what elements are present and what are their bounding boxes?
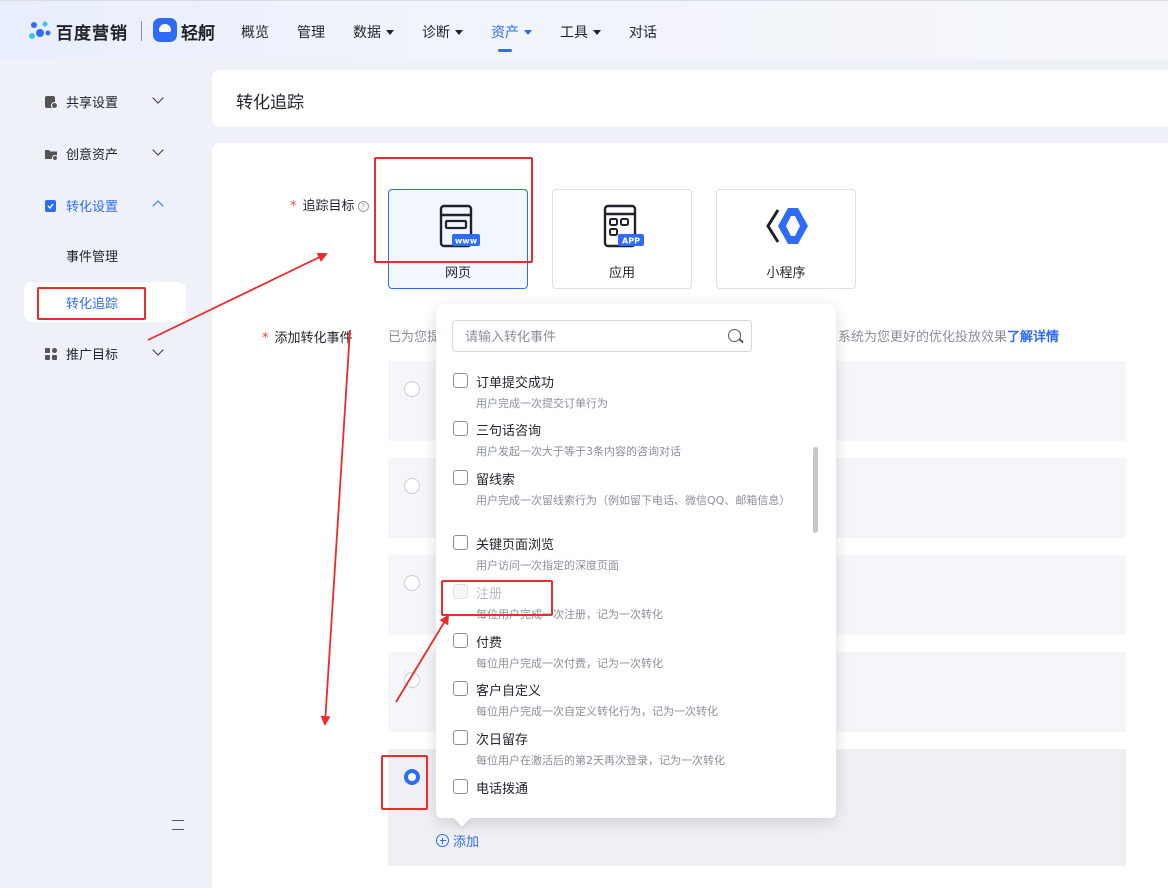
event-search-input[interactable] — [465, 327, 715, 347]
nav-item-data[interactable]: 数据 — [353, 22, 394, 42]
page-title: 转化追踪 — [236, 93, 304, 113]
nav-item-assets[interactable]: 资产 — [491, 22, 532, 52]
desc-prefix: 已为您提 — [388, 330, 441, 345]
option-checkbox[interactable] — [453, 633, 468, 648]
nav-item-chat[interactable]: 对话 — [629, 22, 657, 42]
page-header: 转化追踪 — [212, 70, 1168, 127]
chevron-down-icon — [152, 92, 164, 104]
mini-program-icon — [766, 208, 808, 244]
sidebar-item-creative-assets[interactable]: 创意资产 — [44, 144, 164, 163]
nav-item-manage[interactable]: 管理 — [297, 22, 325, 42]
chevron-down-icon — [152, 344, 164, 356]
caret-down-icon — [593, 30, 601, 35]
event-radio[interactable] — [404, 672, 420, 688]
option-checkbox[interactable] — [453, 373, 468, 388]
learn-more-link[interactable]: 了解详情 — [1007, 330, 1059, 345]
option-checkbox[interactable] — [453, 421, 468, 436]
app-icon: APP — [603, 204, 644, 248]
nav-item-tools[interactable]: 工具 — [560, 22, 601, 42]
desc-suffix: 系统为您更好的优化投放效果了解详情 — [838, 330, 1060, 345]
svg-text:APP: APP — [622, 237, 640, 246]
target-option-mini-program[interactable]: 小程序 — [716, 189, 856, 289]
grid-icon — [45, 347, 57, 360]
option-checkbox[interactable] — [453, 470, 468, 485]
brand-name[interactable]: 百度营销 — [56, 19, 128, 44]
option-checkbox[interactable] — [453, 779, 468, 794]
caret-down-icon — [524, 30, 532, 35]
target-option-app[interactable]: APP 应用 — [552, 189, 692, 289]
search-icon[interactable] — [728, 329, 741, 342]
add-event-label: * 添加转化事件 — [262, 331, 353, 346]
plus-circle-icon — [436, 834, 449, 847]
nav-item-diagnose[interactable]: 诊断 — [422, 22, 463, 42]
collapse-sidebar-icon[interactable] — [172, 820, 184, 830]
shared-settings-icon — [45, 95, 58, 109]
sidebar: 共享设置 创意资产 转化设置 事件管理 转化追踪 推广目标 — [0, 60, 200, 888]
main-nav: 概览 管理 数据 诊断 资产 工具 对话 — [241, 22, 685, 52]
caret-down-icon — [455, 30, 463, 35]
product-name[interactable]: 轻舸 — [181, 19, 215, 44]
folder-icon — [45, 149, 58, 161]
dropdown-scrollbar[interactable] — [813, 447, 818, 533]
sidebar-item-conversion-settings[interactable]: 转化设置 — [44, 196, 164, 215]
sidebar-item-promotion-goals[interactable]: 推广目标 — [44, 344, 164, 363]
chevron-up-icon — [152, 200, 164, 212]
annotation-box-webpage — [374, 157, 533, 263]
annotation-box-register — [441, 580, 553, 616]
chevron-down-icon — [152, 144, 164, 156]
event-radio[interactable] — [404, 478, 420, 494]
caret-down-icon — [386, 30, 394, 35]
track-target-label: * 追踪目标? — [290, 195, 369, 214]
add-event-button[interactable]: 添加 — [436, 831, 479, 850]
event-dropdown: 订单提交成功用户完成一次提交订单行为 三句话咨询用户发起一次大于等于3条内容的咨… — [436, 304, 836, 818]
event-radio[interactable] — [404, 575, 420, 591]
brand-divider — [141, 21, 142, 41]
baidu-paw-logo-icon — [29, 21, 51, 39]
option-checkbox[interactable] — [453, 681, 468, 696]
event-search-box — [452, 320, 752, 352]
option-checkbox[interactable] — [453, 535, 468, 550]
sidebar-subitem-event-management[interactable]: 事件管理 — [66, 246, 118, 265]
option-checkbox[interactable] — [453, 730, 468, 745]
nav-item-overview[interactable]: 概览 — [241, 22, 269, 42]
annotation-box-radio — [381, 755, 428, 810]
top-navigation-bar: 百度营销 轻舸 概览 管理 数据 诊断 资产 工具 对话 — [0, 0, 1168, 60]
event-radio[interactable] — [404, 381, 420, 397]
annotation-box-conversion-tracking — [37, 287, 146, 320]
qingge-logo-icon — [153, 18, 177, 42]
help-icon[interactable]: ? — [357, 201, 369, 212]
sidebar-item-shared-settings[interactable]: 共享设置 — [44, 92, 164, 111]
conversion-settings-icon — [45, 199, 56, 212]
